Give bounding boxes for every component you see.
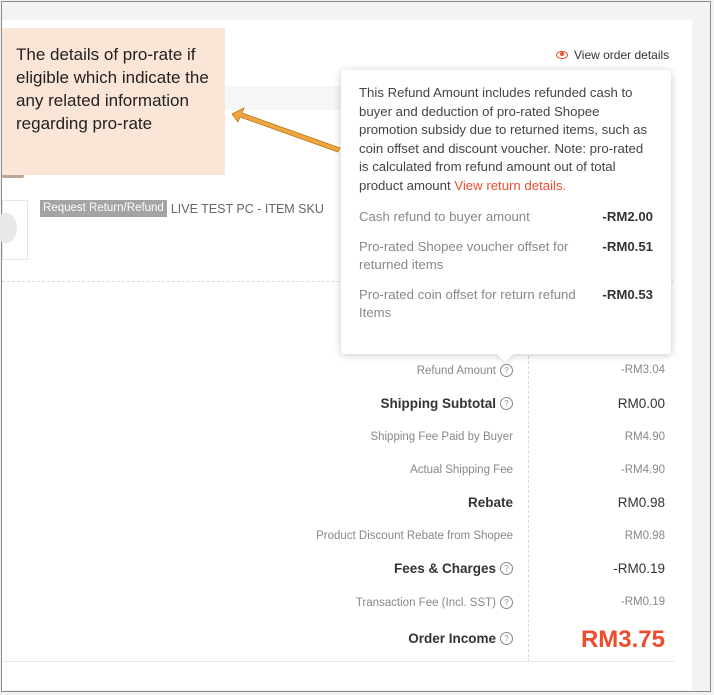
refund-amount-row: Refund Amount? -RM3.04 — [0, 364, 714, 386]
help-icon[interactable]: ? — [500, 632, 513, 645]
tooltip-row: Cash refund to buyer amount -RM2.00 — [359, 208, 653, 226]
shipping-fee-buyer-row: Shipping Fee Paid by Buyer RM4.90 — [0, 431, 714, 453]
shipping-subtotal-value: RM0.00 — [617, 396, 665, 411]
transaction-fee-row: Transaction Fee (Incl. SST)? -RM0.19 — [0, 596, 714, 618]
tooltip-row: Pro-rated Shopee voucher offset for retu… — [359, 238, 653, 274]
view-return-details-link[interactable]: View return details. — [454, 178, 566, 193]
eye-icon — [556, 51, 568, 59]
bottom-border — [2, 661, 674, 662]
product-image — [0, 200, 28, 260]
tooltip-row-value: -RM0.51 — [602, 239, 653, 254]
fees-charges-row: Fees & Charges? -RM0.19 — [0, 561, 714, 583]
order-income-value: RM3.75 — [580, 626, 665, 653]
help-icon[interactable]: ? — [500, 397, 513, 410]
shipping-fee-buyer-label: Shipping Fee Paid by Buyer — [370, 431, 513, 443]
tooltip-breakdown: Cash refund to buyer amount -RM2.00 Pro-… — [359, 208, 653, 322]
shipping-fee-buyer-value: RM4.90 — [624, 431, 665, 443]
tooltip-row-label: Pro-rated Shopee voucher offset for retu… — [359, 239, 569, 272]
product-name: LIVE TEST PC - ITEM SKU — [170, 201, 324, 216]
transaction-fee-label: Transaction Fee (Incl. SST) — [355, 596, 496, 609]
product-discount-rebate-value: RM0.98 — [624, 530, 665, 542]
return-refund-tag: Request Return/Refund — [40, 200, 167, 217]
product-discount-rebate-row: Product Discount Rebate from Shopee RM0.… — [0, 530, 714, 552]
rebate-value: RM0.98 — [617, 495, 665, 510]
shipping-subtotal-label: Shipping Subtotal — [380, 396, 496, 411]
product-discount-rebate-label: Product Discount Rebate from Shopee — [316, 530, 513, 542]
refund-amount-tooltip: This Refund Amount includes refunded cas… — [341, 70, 671, 354]
actual-shipping-fee-label: Actual Shipping Fee — [410, 464, 513, 476]
annotation-callout: The details of pro-rate if eligible whic… — [2, 28, 225, 175]
order-income-label: Order Income — [408, 631, 496, 646]
product-line: Request Return/Refund LIVE TEST PC - ITE… — [40, 200, 324, 217]
tooltip-row-value: -RM0.53 — [602, 287, 653, 302]
fees-charges-value: -RM0.19 — [613, 561, 665, 576]
shipping-subtotal-row: Shipping Subtotal? RM0.00 — [0, 396, 714, 418]
tooltip-row: Pro-rated coin offset for return refund … — [359, 286, 653, 322]
annotation-arrow-icon — [231, 107, 341, 153]
actual-shipping-fee-row: Actual Shipping Fee -RM4.90 — [0, 464, 714, 486]
help-icon[interactable]: ? — [500, 596, 513, 609]
rebate-row: Rebate RM0.98 — [0, 495, 714, 517]
rebate-label: Rebate — [467, 495, 513, 510]
fees-charges-label: Fees & Charges — [393, 561, 496, 576]
view-order-details-link[interactable]: View order details — [556, 48, 669, 62]
actual-shipping-fee-value: -RM4.90 — [620, 464, 665, 476]
tooltip-row-label: Cash refund to buyer amount — [359, 209, 530, 224]
tooltip-row-label: Pro-rated coin offset for return refund … — [359, 287, 576, 320]
tooltip-row-value: -RM2.00 — [602, 209, 653, 224]
refund-amount-label: Refund Amount — [416, 364, 496, 377]
refund-amount-value: -RM3.04 — [620, 364, 665, 376]
help-icon[interactable]: ? — [500, 364, 513, 377]
help-icon[interactable]: ? — [500, 562, 513, 575]
order-income-row: Order Income? RM3.75 — [0, 626, 714, 657]
view-order-details-label: View order details — [574, 48, 670, 62]
transaction-fee-value: -RM0.19 — [620, 596, 665, 608]
tooltip-text: This Refund Amount includes refunded cas… — [359, 84, 653, 195]
tooltip-description: This Refund Amount includes refunded cas… — [359, 85, 648, 193]
